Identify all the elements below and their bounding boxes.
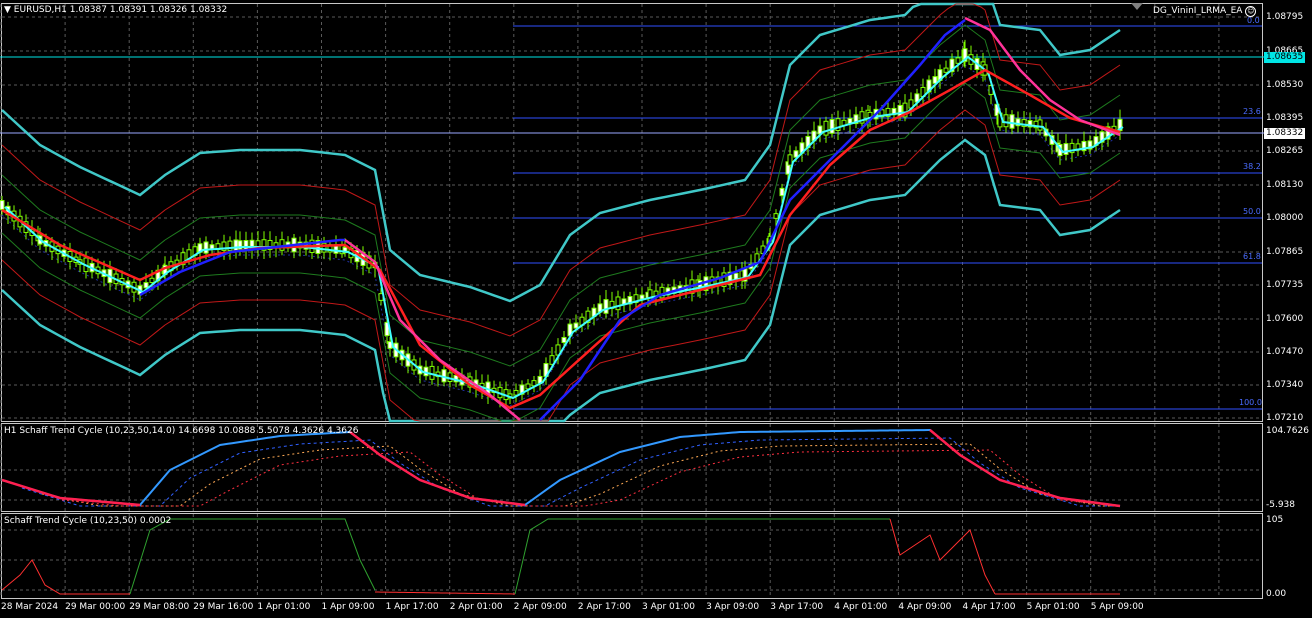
time-tick: 1 Apr 01:00 xyxy=(257,602,311,612)
candle-body xyxy=(203,241,209,254)
stc2-max: 105 xyxy=(1266,515,1284,525)
price-tick: 1.08795 xyxy=(1266,12,1304,22)
time-tick: 29 Mar 00:00 xyxy=(65,602,126,612)
candle-body xyxy=(779,187,785,197)
hline-price-tag: 1.08635 xyxy=(1264,52,1306,63)
price-tick: 1.07210 xyxy=(1266,413,1304,423)
candle-body xyxy=(943,67,949,73)
candle-body xyxy=(1063,143,1069,155)
stc1-signal xyxy=(21,437,1120,507)
candle-body xyxy=(243,240,249,250)
cyan-ma xyxy=(4,55,1124,400)
candle-body xyxy=(829,119,835,134)
fib-label-0: 0.0 xyxy=(1247,16,1260,25)
fib-label-500: 50.0 xyxy=(1243,207,1261,216)
candle-body xyxy=(773,213,779,219)
stc1-max: 104.7626 xyxy=(1266,426,1309,436)
stc2-red-flat xyxy=(374,591,516,595)
stc1-down-1 xyxy=(1,478,141,507)
time-tick: 3 Apr 01:00 xyxy=(642,602,695,612)
price-tick: 1.07600 xyxy=(1266,314,1304,324)
fib-label-236: 23.6 xyxy=(1243,107,1261,116)
candle-body xyxy=(233,239,239,252)
stc2-green-2 xyxy=(514,518,890,595)
time-tick: 3 Apr 17:00 xyxy=(770,602,824,612)
time-tick: 4 Apr 09:00 xyxy=(898,602,952,612)
price-tick: 1.08000 xyxy=(1266,213,1304,223)
candle-body xyxy=(525,383,531,390)
symbol-header: ▼ EURUSD,H1 1.08387 1.08391 1.08326 1.08… xyxy=(4,5,227,16)
price-tick: 1.07340 xyxy=(1266,380,1304,390)
chart-shift-triangle[interactable] xyxy=(1131,3,1143,10)
price-tick: 1.08130 xyxy=(1266,180,1304,190)
candle-body xyxy=(513,390,519,396)
time-tick: 3 Apr 09:00 xyxy=(706,602,760,612)
time-tick: 5 Apr 01:00 xyxy=(1026,602,1080,612)
time-tick: 2 Apr 17:00 xyxy=(577,602,631,612)
time-tick: 4 Apr 17:00 xyxy=(962,602,1016,612)
pink-ma-2 xyxy=(964,16,1121,137)
upper-band-outer xyxy=(1,2,1121,303)
candle-body xyxy=(955,57,961,64)
stc2-header: Schaff Trend Cycle (10,23,50) 0.0002 xyxy=(4,516,172,526)
candle-body xyxy=(143,282,149,289)
dropdown-arrow-icon[interactable]: ▼ xyxy=(4,5,11,15)
candle-body xyxy=(615,296,621,311)
time-tick: 29 Mar 08:00 xyxy=(129,602,190,612)
time-tick: 2 Apr 01:00 xyxy=(449,602,503,612)
fib-label-382: 38.2 xyxy=(1243,162,1261,171)
time-tick: 1 Apr 17:00 xyxy=(385,602,439,612)
stc1-down-3 xyxy=(929,429,1121,508)
stc1-min: -5.938 xyxy=(1266,500,1296,510)
candle-body xyxy=(897,104,903,117)
candle-body xyxy=(787,154,793,166)
ea-name: DG_VininI_LRMA_EA xyxy=(1153,6,1243,16)
stc2-min: 0.00 xyxy=(1266,589,1287,599)
candle-body xyxy=(0,200,5,210)
time-tick: 5 Apr 09:00 xyxy=(1090,602,1144,612)
candle-body xyxy=(1003,114,1009,128)
chart-canvas[interactable] xyxy=(0,0,1312,618)
price-tick: 1.08395 xyxy=(1266,113,1304,123)
stc2-red-2 xyxy=(889,518,996,595)
candle-body xyxy=(573,322,579,329)
stc1-header: H1 Schaff Trend Cycle (10,23,50,14.0) 14… xyxy=(4,426,359,436)
blue-ma-2 xyxy=(539,19,966,421)
candle-body xyxy=(561,336,567,344)
price-tick: 1.07865 xyxy=(1266,247,1304,257)
stc1-main xyxy=(1,428,1121,507)
candle-body xyxy=(823,120,829,136)
time-tick: 28 Mar 2024 xyxy=(1,602,59,612)
stc2-red-1 xyxy=(1,559,130,595)
time-tick: 4 Apr 01:00 xyxy=(834,602,888,612)
time-tick: 1 Apr 09:00 xyxy=(321,602,375,612)
price-tick: 1.07470 xyxy=(1266,347,1304,357)
stc1-down-2 xyxy=(349,431,526,507)
candle-body xyxy=(1037,119,1043,131)
current-price-tag: 1.08332 xyxy=(1264,128,1306,139)
time-tick: 2 Apr 09:00 xyxy=(513,602,567,612)
lower-band-outer xyxy=(1,138,1121,423)
fib-label-618: 61.8 xyxy=(1243,252,1261,261)
candle-body xyxy=(603,299,609,314)
price-tick: 1.08265 xyxy=(1266,146,1304,156)
candle-body xyxy=(1009,114,1015,129)
price-tick: 1.07735 xyxy=(1266,280,1304,290)
symbol-header-text: EURUSD,H1 1.08387 1.08391 1.08326 1.0833… xyxy=(13,5,228,15)
time-tick: 29 Mar 16:00 xyxy=(193,602,254,612)
fib-label-1000: 100.0 xyxy=(1239,398,1262,407)
mid-dotted-line xyxy=(1,64,1121,407)
ea-label[interactable]: DG_VininI_LRMA_EA ☺ xyxy=(1153,6,1257,17)
candle-body xyxy=(149,277,155,284)
price-tick: 1.08530 xyxy=(1266,80,1304,90)
